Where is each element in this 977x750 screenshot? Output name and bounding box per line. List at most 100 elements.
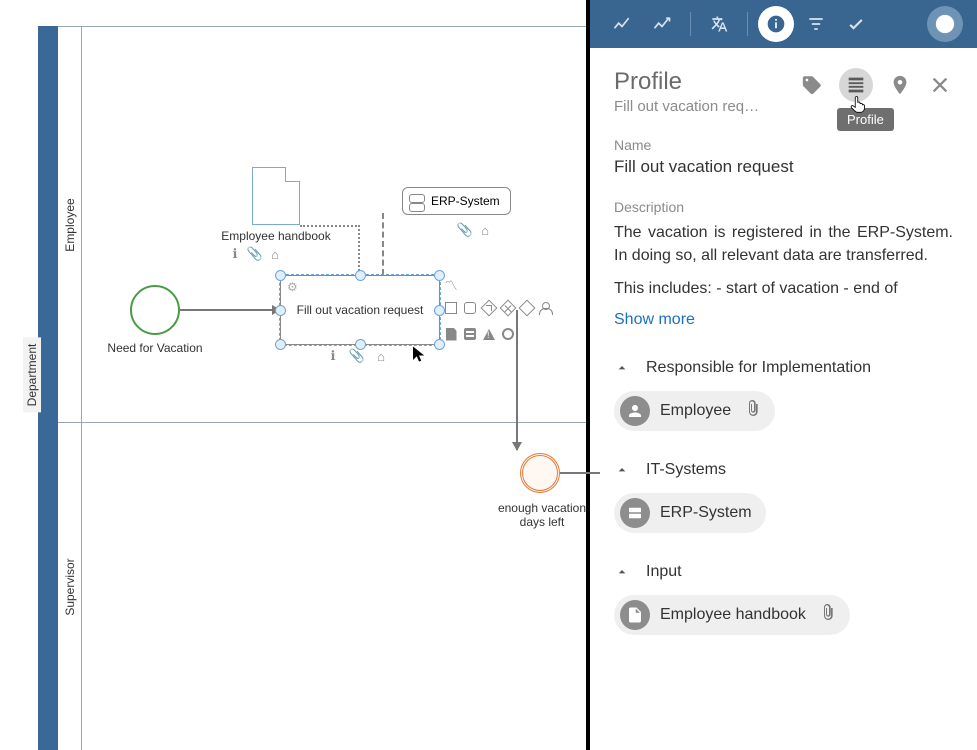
handbook-indicators: ℹ 📎 ⌂ — [228, 247, 282, 261]
info-dot-icon: ℹ — [326, 349, 340, 363]
close-icon[interactable] — [927, 72, 953, 98]
lane-employee-label: Employee — [63, 198, 77, 251]
system-icon — [620, 498, 650, 528]
erp-node-label: ERP-System — [431, 194, 500, 208]
add-doc-icon[interactable] — [444, 327, 458, 341]
task-indicators: ℹ 📎 ⌂ — [326, 349, 388, 363]
toolbar-separator — [690, 12, 691, 36]
resize-handle-n[interactable] — [355, 270, 366, 281]
add-tool-icon[interactable] — [463, 301, 477, 315]
chip-employee[interactable]: Employee — [614, 391, 775, 431]
trend-up-button[interactable] — [644, 6, 680, 42]
handbook-node[interactable] — [252, 167, 300, 225]
lane-supervisor[interactable]: Supervisor enough vacation days left — [58, 422, 586, 750]
intermediate-event[interactable] — [520, 453, 560, 493]
add-warning-icon[interactable] — [482, 327, 496, 341]
lane-supervisor-tab[interactable]: Supervisor — [58, 423, 82, 750]
add-end-icon[interactable] — [501, 327, 515, 341]
section-input-toggle[interactable]: Input — [614, 563, 953, 581]
context-pad-bot[interactable] — [444, 327, 515, 341]
section-it: IT-Systems ERP-System — [614, 461, 953, 533]
process-canvas[interactable]: Department Employee Need for Vacation Em… — [0, 0, 590, 750]
add-cgateway-icon[interactable] — [520, 301, 534, 315]
chip-employee-label: Employee — [660, 402, 731, 420]
show-more-link[interactable]: Show more — [614, 311, 695, 329]
add-task-icon[interactable] — [444, 301, 458, 315]
section-responsible: Responsible for Implementation Employee — [614, 359, 953, 431]
lane-employee[interactable]: Employee Need for Vacation Employee hand… — [58, 26, 586, 422]
translate-button[interactable] — [701, 6, 737, 42]
org-icon: ⌂ — [374, 349, 388, 363]
task-fill-vacation[interactable]: Fill out vacation request ⚙ — [280, 275, 440, 345]
intermediate-event-label: enough vacation days left — [490, 501, 594, 529]
filter-button[interactable] — [798, 6, 834, 42]
profile-tooltip: Profile — [837, 108, 894, 131]
flow-event-out — [560, 472, 600, 474]
section-input: Input Employee handbook — [614, 563, 953, 635]
chip-handbook[interactable]: Employee handbook — [614, 595, 850, 635]
trend-button[interactable] — [604, 6, 640, 42]
section-it-toggle[interactable]: IT-Systems — [614, 461, 953, 479]
assoc-handbook — [300, 225, 360, 275]
add-pgateway-icon[interactable] — [501, 301, 515, 315]
profile-panel: Profile Fill out vacation req… Profile N… — [590, 48, 977, 750]
resize-handle-sw[interactable] — [275, 339, 286, 350]
resize-handle-nw[interactable] — [275, 270, 286, 281]
info-dot-icon: ℹ — [228, 247, 242, 261]
resize-handle-w[interactable] — [275, 305, 286, 316]
erp-indicators: 📎 ⌂ — [458, 223, 492, 237]
section-it-title: IT-Systems — [646, 461, 726, 479]
task-label: Fill out vacation request — [290, 303, 430, 317]
side-panel: ? Profile Fill out vacation req… Profile — [590, 0, 977, 750]
context-pad-mid[interactable] — [444, 301, 553, 315]
person-icon — [620, 396, 650, 426]
task-type-icon: ⚙ — [287, 280, 298, 294]
chevron-up-icon — [614, 360, 630, 376]
panel-title: Profile — [614, 68, 759, 96]
attachment-icon: 📎 — [350, 349, 364, 363]
trend-icon[interactable]: 〽 — [444, 277, 458, 291]
attachment-icon — [820, 604, 836, 625]
chip-erp-label: ERP-System — [660, 504, 752, 522]
flow-task-to-event-head — [516, 428, 518, 450]
pool-spine — [38, 26, 58, 750]
panel-subtitle: Fill out vacation req… — [614, 98, 759, 115]
context-pad-top[interactable]: 〽 — [444, 277, 458, 291]
assoc-erp — [382, 213, 384, 275]
section-responsible-toggle[interactable]: Responsible for Implementation — [614, 359, 953, 377]
place-icon[interactable] — [887, 72, 913, 98]
panel-header: Profile Fill out vacation req… Profile — [614, 68, 953, 115]
pool-label: Department — [23, 338, 41, 413]
attachment-icon — [745, 400, 761, 421]
mouse-cursor — [410, 345, 428, 363]
attachment-icon: 📎 — [248, 247, 262, 261]
chevron-up-icon — [614, 462, 630, 478]
org-icon: ⌂ — [268, 247, 282, 261]
document-icon — [620, 600, 650, 630]
profile-icon[interactable] — [839, 68, 873, 102]
help-button[interactable]: ? — [927, 6, 963, 42]
chip-erp[interactable]: ERP-System — [614, 493, 766, 533]
start-event[interactable] — [130, 285, 180, 335]
svg-text:?: ? — [941, 17, 949, 31]
lane-supervisor-label: Supervisor — [63, 558, 77, 615]
top-toolbar: ? — [590, 0, 977, 48]
name-label: Name — [614, 137, 953, 153]
toolbar-separator — [747, 12, 748, 36]
add-data-icon[interactable] — [463, 327, 477, 341]
erp-node[interactable]: ERP-System — [402, 187, 511, 215]
flow-start-to-task — [180, 309, 280, 311]
start-event-label: Need for Vacation — [100, 341, 210, 355]
tag-icon[interactable] — [799, 72, 825, 98]
section-responsible-title: Responsible for Implementation — [646, 359, 871, 377]
flow-task-to-event-v — [516, 310, 518, 428]
info-button[interactable] — [758, 6, 794, 42]
lane-employee-tab[interactable]: Employee — [58, 27, 82, 422]
check-button[interactable] — [838, 6, 874, 42]
description-text-1: The vacation is registered in the ERP-Sy… — [614, 221, 953, 267]
chip-handbook-label: Employee handbook — [660, 606, 806, 624]
add-xgateway-icon[interactable] — [482, 301, 496, 315]
description-text-2: This includes: - start of vacation - end… — [614, 277, 953, 300]
add-participant-icon[interactable] — [539, 301, 553, 315]
description-label: Description — [614, 199, 953, 215]
